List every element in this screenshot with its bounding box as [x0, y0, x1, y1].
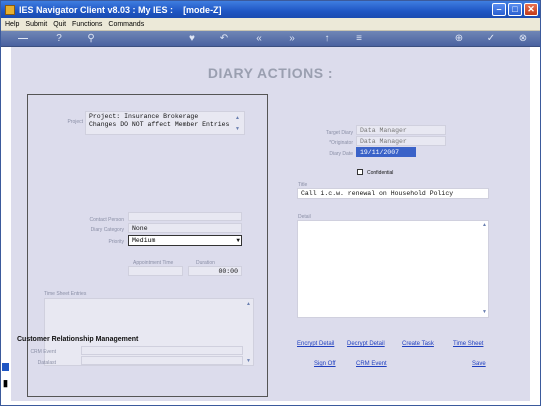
- time-sheet-scroll-up-icon[interactable]: ▲: [246, 301, 251, 307]
- contact-person-label: Contact Person: [89, 217, 124, 223]
- priority-label: Priority: [108, 239, 124, 245]
- minimize-button[interactable]: –: [492, 3, 506, 16]
- title-bar: IES Navigator Client v8.03 : My IES : [m…: [1, 1, 540, 18]
- menu-submit[interactable]: Submit: [25, 21, 47, 28]
- project-line-2: Changes DO NOT affect Member Entries: [89, 121, 230, 128]
- project-line-1: Project: Insurance Brokerage: [89, 113, 199, 120]
- time-sheet-entries-label: Time Sheet Entries: [44, 291, 87, 297]
- undo-icon[interactable]: ↶: [216, 31, 232, 46]
- edge-marker-icon: ▮: [3, 378, 8, 388]
- list-icon[interactable]: ≡: [351, 31, 367, 46]
- cancel-icon[interactable]: ⊗: [515, 31, 531, 46]
- menu-quit[interactable]: Quit: [53, 21, 66, 28]
- heart-icon[interactable]: ♥: [184, 31, 200, 46]
- datalast-label: Datalast: [37, 360, 56, 366]
- chevron-down-icon[interactable]: ▼: [236, 237, 240, 244]
- crm-event-field: [81, 346, 243, 355]
- key-icon[interactable]: ⎯⎯: [11, 31, 35, 46]
- crm-event-label: CRM Event: [30, 349, 56, 355]
- target-diary-field[interactable]: Data Manager: [356, 125, 446, 135]
- app-window: IES Navigator Client v8.03 : My IES : [m…: [0, 0, 541, 406]
- originator-label: *Originator: [329, 140, 353, 146]
- diary-date-field[interactable]: 19/11/2007: [356, 147, 416, 157]
- help-icon[interactable]: ?: [51, 31, 67, 46]
- save-link[interactable]: Save: [472, 361, 486, 367]
- datalast-field: [81, 356, 243, 365]
- menu-bar: Help Submit Quit Functions Commands: [1, 18, 540, 31]
- decrypt-detail-link[interactable]: Decrypt Detail: [347, 341, 385, 347]
- detail-field[interactable]: [297, 220, 489, 318]
- priority-select[interactable]: Medium ▼: [128, 235, 242, 246]
- toolbar: ⎯⎯ ? ⚲ ♥ ↶ « » ↑ ≡ ⊕ ✓ ⊗: [1, 31, 540, 47]
- diary-date-label: Diary Date: [329, 151, 353, 157]
- search-icon[interactable]: ⚲: [83, 31, 99, 46]
- contact-person-field[interactable]: [128, 212, 242, 221]
- project-field: Project: Insurance Brokerage Changes DO …: [85, 111, 245, 135]
- project-label: Project: [67, 119, 83, 125]
- maximize-button[interactable]: □: [508, 3, 522, 16]
- duration-field[interactable]: 00:00: [188, 266, 242, 276]
- diary-actions-form: DIARY ACTIONS : Project Project: Insuran…: [11, 47, 530, 401]
- window-title: IES Navigator Client v8.03 : My IES : [m…: [19, 4, 222, 15]
- edge-tab-icon[interactable]: [2, 363, 9, 371]
- close-button[interactable]: ✕: [524, 3, 538, 16]
- encrypt-detail-link[interactable]: Encrypt Detail: [297, 341, 334, 347]
- detail-scroll-up-icon[interactable]: ▲: [482, 222, 487, 228]
- detail-scroll-down-icon[interactable]: ▼: [482, 309, 487, 315]
- up-icon[interactable]: ↑: [319, 31, 335, 46]
- target-diary-label: Target Diary: [326, 130, 353, 136]
- menu-help[interactable]: Help: [5, 21, 19, 28]
- menu-commands[interactable]: Commands: [108, 21, 144, 28]
- appointment-time-field[interactable]: [128, 266, 183, 276]
- page-title: DIARY ACTIONS :: [207, 65, 334, 81]
- sign-off-link[interactable]: Sign Off: [314, 361, 336, 367]
- scroll-down-icon[interactable]: ▼: [235, 126, 240, 132]
- crm-title: Customer Relationship Management: [17, 336, 139, 343]
- confidential-label: Confidential: [367, 170, 394, 176]
- rewind-icon[interactable]: «: [251, 31, 267, 46]
- crm-event-link[interactable]: CRM Event: [356, 361, 387, 367]
- scroll-up-icon[interactable]: ▲: [235, 115, 240, 121]
- check-icon[interactable]: ✓: [483, 31, 499, 46]
- left-edge-toolbar: ▮: [1, 356, 10, 396]
- create-task-link[interactable]: Create Task: [402, 341, 434, 347]
- confidential-checkbox[interactable]: [357, 169, 363, 175]
- app-icon: [5, 4, 15, 15]
- add-icon[interactable]: ⊕: [451, 31, 467, 46]
- title-field[interactable]: Call i.c.w. renewal on Household Policy: [297, 188, 489, 199]
- diary-category-field[interactable]: None: [128, 223, 242, 233]
- diary-category-label: Diary Category: [90, 227, 124, 233]
- forward-icon[interactable]: »: [284, 31, 300, 46]
- menu-functions[interactable]: Functions: [72, 21, 102, 28]
- time-sheet-scroll-down-icon[interactable]: ▼: [246, 358, 251, 364]
- originator-field[interactable]: Data Manager: [356, 136, 446, 146]
- time-sheet-link[interactable]: Time Sheet: [453, 341, 483, 347]
- priority-value: Medium: [132, 237, 156, 244]
